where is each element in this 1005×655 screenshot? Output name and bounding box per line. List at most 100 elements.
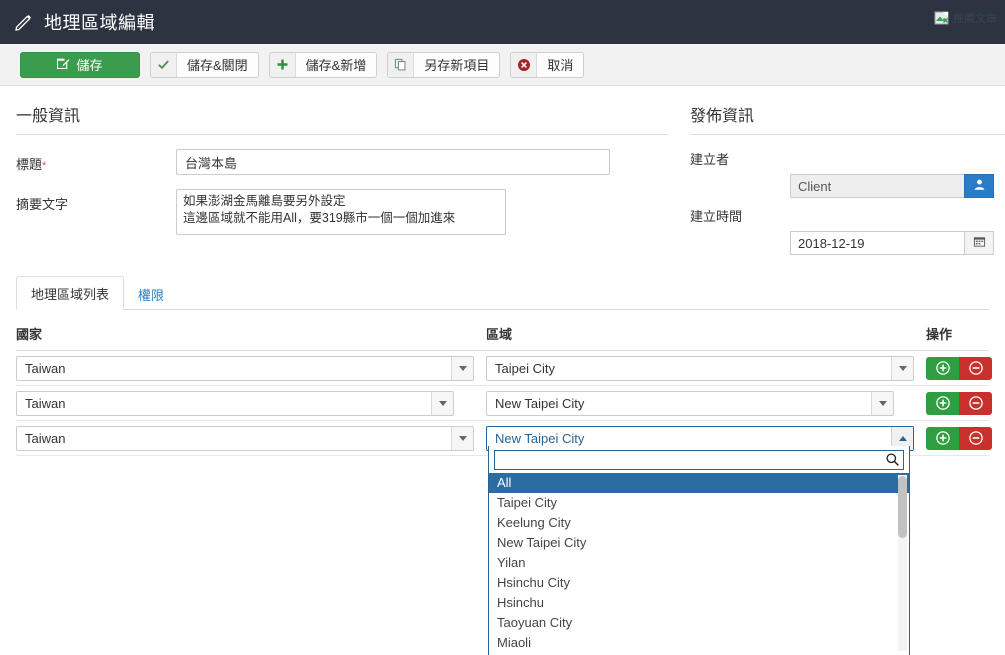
list-item[interactable]: New Taipei City <box>489 533 909 553</box>
add-row-button[interactable] <box>926 357 959 380</box>
cancel-button[interactable]: 取消 <box>510 52 584 78</box>
pencil-icon <box>14 12 34 32</box>
row-region-cell: Taipei City <box>486 356 926 381</box>
country-select[interactable]: Taiwan <box>16 426 474 451</box>
delete-row-button[interactable] <box>959 357 992 380</box>
title-label-text: 標題 <box>16 157 42 172</box>
country-select-value: Taiwan <box>17 392 431 415</box>
save-icon <box>57 57 70 73</box>
plus-icon <box>270 53 296 77</box>
list-item[interactable]: All <box>489 473 909 493</box>
country-select[interactable]: Taiwan <box>16 356 474 381</box>
chevron-down-icon <box>891 357 913 380</box>
summary-field-row: 摘要文字 如果澎湖金馬離島要另外設定 這邊區域就不能用All，要319縣市一個一… <box>16 189 670 235</box>
row-country-cell: Taiwan <box>16 356 486 381</box>
cancel-label: 取消 <box>537 53 583 77</box>
chevron-down-icon <box>431 392 453 415</box>
chevron-down-icon <box>871 392 893 415</box>
row-ops-cell <box>926 357 992 380</box>
created-label: 建立時間 <box>690 206 1005 225</box>
row-country-cell: Taiwan <box>16 391 486 416</box>
delete-row-button[interactable] <box>959 392 992 415</box>
user-icon <box>973 178 986 194</box>
table-row: Taiwan Taipei City <box>16 351 989 386</box>
created-input-group <box>790 231 1005 255</box>
region-select-value: New Taipei City <box>487 392 871 415</box>
delete-row-button[interactable] <box>959 427 992 450</box>
list-item[interactable]: Miaoli <box>489 633 909 653</box>
list-item[interactable]: Hsinchu <box>489 593 909 613</box>
list-item[interactable]: Taoyuan City <box>489 613 909 633</box>
save-and-close-button[interactable]: 儲存&關閉 <box>150 52 259 78</box>
author-field: 建立者 <box>690 149 1005 198</box>
created-field: 建立時間 <box>690 206 1005 255</box>
dropdown-scrollbar-thumb[interactable] <box>898 476 907 538</box>
form-body: 一般資訊 標題* 摘要文字 如果澎湖金馬離島要另外設定 這邊區域就不能用All，… <box>0 86 1005 263</box>
country-select-value: Taiwan <box>17 427 451 450</box>
chevron-down-icon <box>451 357 473 380</box>
summary-textarea[interactable]: 如果澎湖金馬離島要另外設定 這邊區域就不能用All，要319縣市一個一個加進來 <box>176 189 506 235</box>
summary-label: 摘要文字 <box>16 189 176 213</box>
site-logo: 推薦文章 <box>934 7 997 29</box>
tab-geo-region-list[interactable]: 地理區域列表 <box>16 276 124 310</box>
dropdown-search-input[interactable] <box>494 450 904 470</box>
page-title: 地理區域編輯 <box>44 9 155 35</box>
chevron-down-icon <box>451 427 473 450</box>
column-header-country: 國家 <box>16 324 486 343</box>
general-info-panel: 一般資訊 標題* 摘要文字 如果澎湖金馬離島要另外設定 這邊區域就不能用All，… <box>0 102 670 263</box>
region-select[interactable]: New Taipei City <box>486 391 894 416</box>
geo-region-grid: 國家 區域 操作 Taiwan Taipei City <box>16 324 989 456</box>
save-and-new-button[interactable]: 儲存&新增 <box>269 52 378 78</box>
app-header: 地理區域編輯 推薦文章 <box>0 0 1005 44</box>
required-marker: * <box>42 160 46 172</box>
list-item[interactable]: Keelung City <box>489 513 909 533</box>
calendar-icon <box>973 235 986 251</box>
publish-info-panel: 發佈資訊 建立者 建立時間 <box>670 102 1005 263</box>
add-row-button[interactable] <box>926 392 959 415</box>
title-input[interactable] <box>176 149 610 175</box>
save-button-label: 儲存 <box>76 55 102 74</box>
select-user-button[interactable] <box>964 174 994 198</box>
dropdown-option-list[interactable]: All Taipei City Keelung City New Taipei … <box>489 473 909 655</box>
author-input-group <box>790 174 1005 198</box>
tab-permissions[interactable]: 權限 <box>124 278 178 310</box>
row-ops-cell <box>926 427 992 450</box>
tab-bar: 地理區域列表 權限 <box>16 279 989 310</box>
list-item[interactable]: Yilan <box>489 553 909 573</box>
cancel-icon <box>511 53 537 77</box>
row-country-cell: Taiwan <box>16 426 486 451</box>
region-select-value: Taipei City <box>487 357 891 380</box>
row-ops-cell <box>926 392 992 415</box>
save-and-close-label: 儲存&關閉 <box>177 53 258 77</box>
copy-icon <box>388 53 414 77</box>
column-header-region: 區域 <box>486 324 926 343</box>
grid-header-row: 國家 區域 操作 <box>16 324 989 351</box>
logo-alt-text: 推薦文章 <box>953 10 997 26</box>
list-item[interactable]: Taipei City <box>489 493 909 513</box>
dropdown-search-wrap <box>489 446 909 473</box>
save-button[interactable]: 儲存 <box>20 52 140 78</box>
title-label: 標題* <box>16 149 176 173</box>
calendar-button[interactable] <box>964 231 994 255</box>
publish-section-title: 發佈資訊 <box>690 102 1005 135</box>
save-as-copy-label: 另存新項目 <box>414 53 499 77</box>
save-as-copy-button[interactable]: 另存新項目 <box>387 52 500 78</box>
editor-toolbar: 儲存 儲存&關閉 儲存&新增 另存新項目 <box>0 44 1005 86</box>
title-field-row: 標題* <box>16 149 670 175</box>
general-section-title: 一般資訊 <box>16 102 668 135</box>
author-label: 建立者 <box>690 149 1005 168</box>
table-row: Taiwan New Taipei City <box>16 386 989 421</box>
author-input[interactable] <box>790 174 964 198</box>
created-date-input[interactable] <box>790 231 964 255</box>
broken-image-icon <box>934 10 950 26</box>
list-item[interactable]: Hsinchu City <box>489 573 909 593</box>
country-select-value: Taiwan <box>17 357 451 380</box>
check-icon <box>151 53 177 77</box>
region-dropdown-panel: All Taipei City Keelung City New Taipei … <box>488 446 910 655</box>
column-header-ops: 操作 <box>926 324 989 343</box>
row-region-cell: New Taipei City <box>486 391 926 416</box>
save-and-new-label: 儲存&新增 <box>296 53 377 77</box>
add-row-button[interactable] <box>926 427 959 450</box>
region-select[interactable]: Taipei City <box>486 356 914 381</box>
country-select[interactable]: Taiwan <box>16 391 454 416</box>
